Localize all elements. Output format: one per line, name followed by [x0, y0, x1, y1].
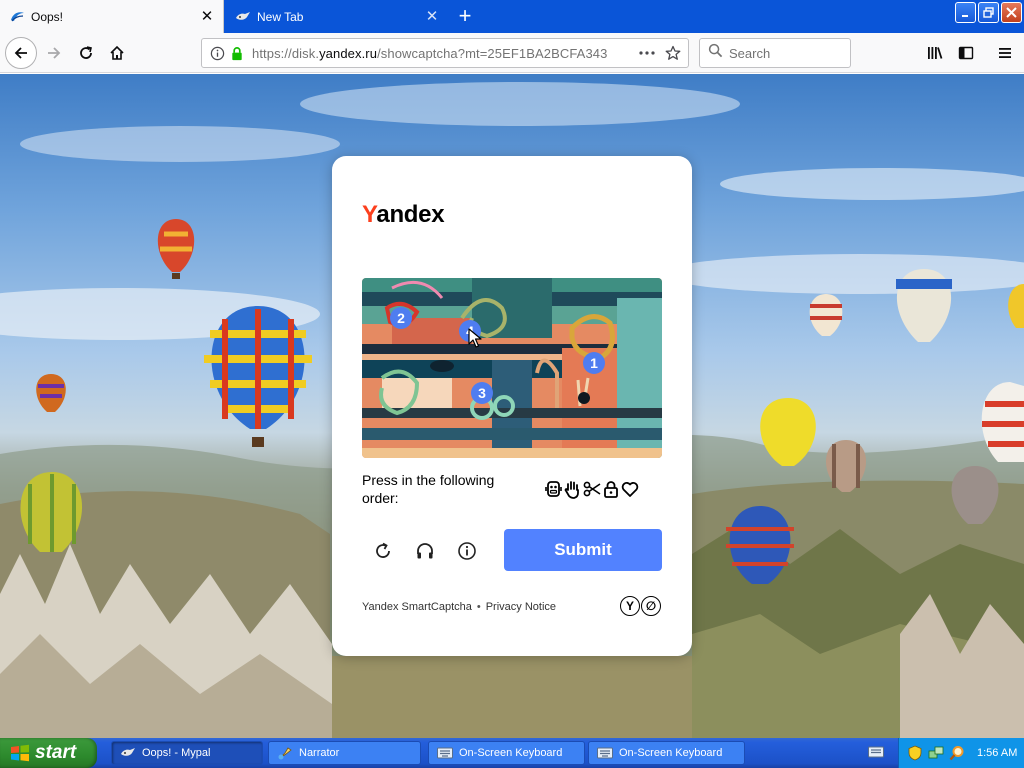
balloon: [36, 374, 66, 412]
tab-new-tab[interactable]: New Tab ✕: [226, 0, 448, 33]
back-arrow-icon: [14, 47, 27, 59]
tab-title: Oops!: [31, 9, 64, 24]
page-actions-icon[interactable]: [634, 44, 660, 62]
taskbar-item-osk[interactable]: On-Screen Keyboard: [588, 741, 745, 765]
windows-flag-icon: [10, 744, 30, 762]
menu-button[interactable]: [991, 39, 1019, 67]
keyboard-icon: [437, 745, 453, 761]
leaf-icon: ∅: [641, 596, 661, 616]
headphones-icon: [417, 543, 433, 559]
taskbar-item-narrator[interactable]: Narrator: [268, 741, 421, 765]
yandex-y-icon: Y: [620, 596, 640, 616]
taskbar-item-osk[interactable]: On-Screen Keyboard: [428, 741, 585, 765]
footer-separator: •: [476, 601, 481, 613]
search-input[interactable]: [729, 45, 839, 61]
search-icon: [708, 43, 723, 63]
balloon: [896, 269, 952, 342]
tab-strip: Oops! ✕ New Tab ✕ +: [0, 0, 1024, 33]
yandex-logo: Yandex: [362, 201, 445, 228]
mypal-icon: [120, 745, 136, 761]
lock-icon: [601, 479, 620, 499]
captcha-instruction: Press in the following order:: [362, 472, 495, 506]
window-controls: [955, 2, 1022, 23]
new-tab-button[interactable]: +: [452, 4, 478, 30]
lock-icon[interactable]: [228, 44, 246, 62]
captcha-info-button[interactable]: [454, 538, 480, 564]
taskbar-item-label: On-Screen Keyboard: [459, 747, 563, 759]
captcha-marker[interactable]: 1: [583, 352, 605, 374]
refresh-captcha-button[interactable]: [370, 538, 396, 564]
mouse-cursor-icon: [468, 328, 482, 348]
mypal-tab-icon: [235, 9, 251, 25]
hamburger-menu-icon: [999, 48, 1011, 58]
captcha-marker[interactable]: 3: [471, 382, 493, 404]
smartcaptcha-link[interactable]: Yandex SmartCaptcha: [362, 601, 472, 613]
keyboard-tray-icon[interactable]: [868, 745, 884, 763]
address-bar[interactable]: https://disk.yandex.ru/showcaptcha?mt=25…: [201, 38, 689, 68]
mypal-favicon-icon: [9, 9, 25, 25]
yandex-cloud-logo: Y ∅: [620, 596, 661, 616]
captcha-image[interactable]: 2 4 1 3: [362, 278, 662, 458]
info-icon: [458, 542, 476, 560]
scissors-icon: [582, 479, 601, 499]
magnifier-icon[interactable]: [949, 745, 965, 761]
library-icon: [928, 47, 943, 59]
security-shield-icon[interactable]: [907, 745, 923, 761]
info-icon[interactable]: [208, 44, 226, 62]
tab-oops[interactable]: Oops! ✕: [0, 0, 224, 33]
start-button[interactable]: start: [0, 738, 97, 768]
balloon: [1008, 284, 1024, 328]
bookmark-star-icon[interactable]: [660, 44, 686, 62]
keyboard-icon: [597, 745, 613, 761]
forward-button[interactable]: [40, 39, 68, 67]
close-tab-icon[interactable]: ✕: [424, 9, 440, 25]
submit-button[interactable]: Submit: [504, 529, 662, 571]
reload-button[interactable]: [72, 39, 100, 67]
balloon: [204, 306, 312, 447]
tab-title: New Tab: [257, 9, 304, 24]
minimize-button[interactable]: [955, 2, 976, 23]
refresh-icon: [376, 542, 390, 558]
taskbar-item-mypal[interactable]: Oops! - Mypal: [111, 741, 263, 765]
captcha-marker[interactable]: 2: [390, 307, 412, 329]
forward-arrow-icon: [48, 47, 61, 59]
captcha-puzzle-picture: [362, 278, 662, 458]
navigation-toolbar: https://disk.yandex.ru/showcaptcha?mt=25…: [0, 33, 1024, 73]
robot-icon: [544, 479, 563, 499]
url-text: https://disk.yandex.ru/showcaptcha?mt=25…: [252, 45, 608, 61]
search-bar[interactable]: [699, 38, 851, 68]
taskbar: start Oops! - Mypal Narrator On-Screen K…: [0, 738, 1024, 768]
taskbar-item-label: On-Screen Keyboard: [619, 747, 723, 759]
captcha-footer: Yandex SmartCaptcha • Privacy Notice: [362, 601, 556, 613]
home-icon: [110, 45, 124, 60]
audio-captcha-button[interactable]: [412, 538, 438, 564]
system-tray: 1:56 AM: [898, 738, 1024, 768]
captcha-order-icons: [544, 478, 644, 500]
taskbar-item-label: Narrator: [299, 747, 340, 759]
heart-icon: [620, 479, 639, 499]
balloon: [809, 294, 843, 336]
balloon: [20, 472, 83, 552]
reload-icon: [80, 46, 92, 59]
close-tab-icon[interactable]: ✕: [199, 9, 215, 25]
clock: 1:56 AM: [977, 747, 1018, 759]
network-icon[interactable]: [928, 745, 944, 761]
close-window-button[interactable]: [1001, 2, 1022, 23]
library-button[interactable]: [921, 39, 949, 67]
back-button[interactable]: [5, 37, 37, 69]
sidebar-icon: [958, 46, 974, 60]
restore-button[interactable]: [978, 2, 999, 23]
page-content: Yandex 2 1 3 Press in the following orde…: [0, 74, 1024, 738]
taskbar-item-label: Oops! - Mypal: [142, 747, 211, 759]
home-button[interactable]: [103, 39, 131, 67]
privacy-notice-link[interactable]: Privacy Notice: [486, 601, 556, 613]
captcha-card: Yandex 2 1 3 Press in the following orde…: [332, 156, 692, 656]
sidebar-button[interactable]: [952, 39, 980, 67]
start-label: start: [35, 742, 77, 763]
narrator-icon: [277, 745, 293, 761]
hand-icon: [563, 479, 582, 499]
balloon: [157, 219, 195, 279]
